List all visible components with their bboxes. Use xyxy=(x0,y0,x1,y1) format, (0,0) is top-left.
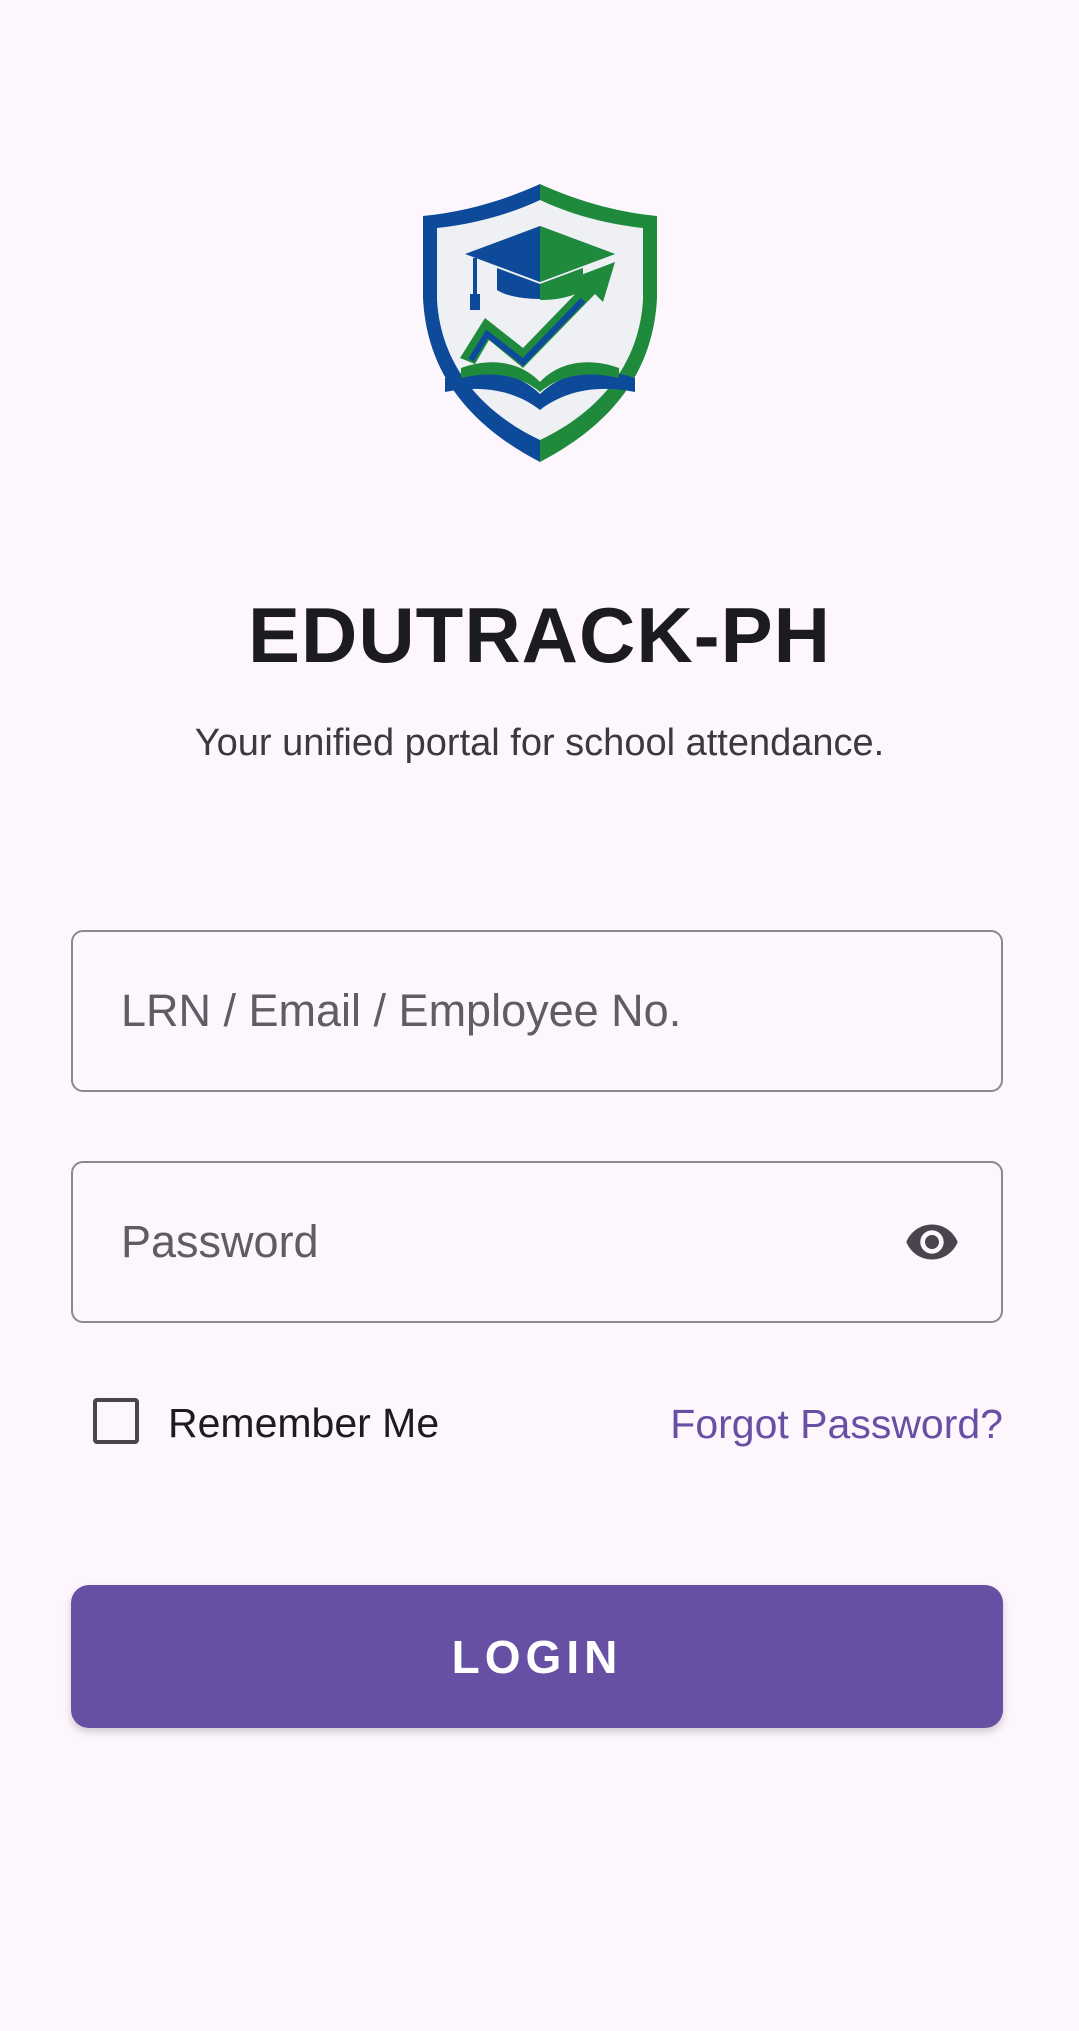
remember-me-label[interactable]: Remember Me xyxy=(168,1394,439,1452)
password-input[interactable] xyxy=(121,1163,901,1321)
remember-me-checkbox[interactable] xyxy=(93,1398,139,1444)
app-logo xyxy=(405,178,675,468)
shield-graduation-logo-icon xyxy=(423,184,657,462)
app-title: EDUTRACK-PH xyxy=(248,591,831,679)
eye-icon[interactable] xyxy=(897,1214,967,1270)
login-options-row: Remember Me Forgot Password? xyxy=(71,1394,1003,1454)
identifier-field[interactable] xyxy=(71,930,1003,1092)
login-button[interactable]: LOGIN xyxy=(71,1585,1003,1728)
app-subtitle: Your unified portal for school attendanc… xyxy=(194,722,885,764)
identifier-input[interactable] xyxy=(121,932,901,1090)
password-field[interactable] xyxy=(71,1161,1003,1323)
forgot-password-link[interactable]: Forgot Password? xyxy=(670,1394,1003,1454)
